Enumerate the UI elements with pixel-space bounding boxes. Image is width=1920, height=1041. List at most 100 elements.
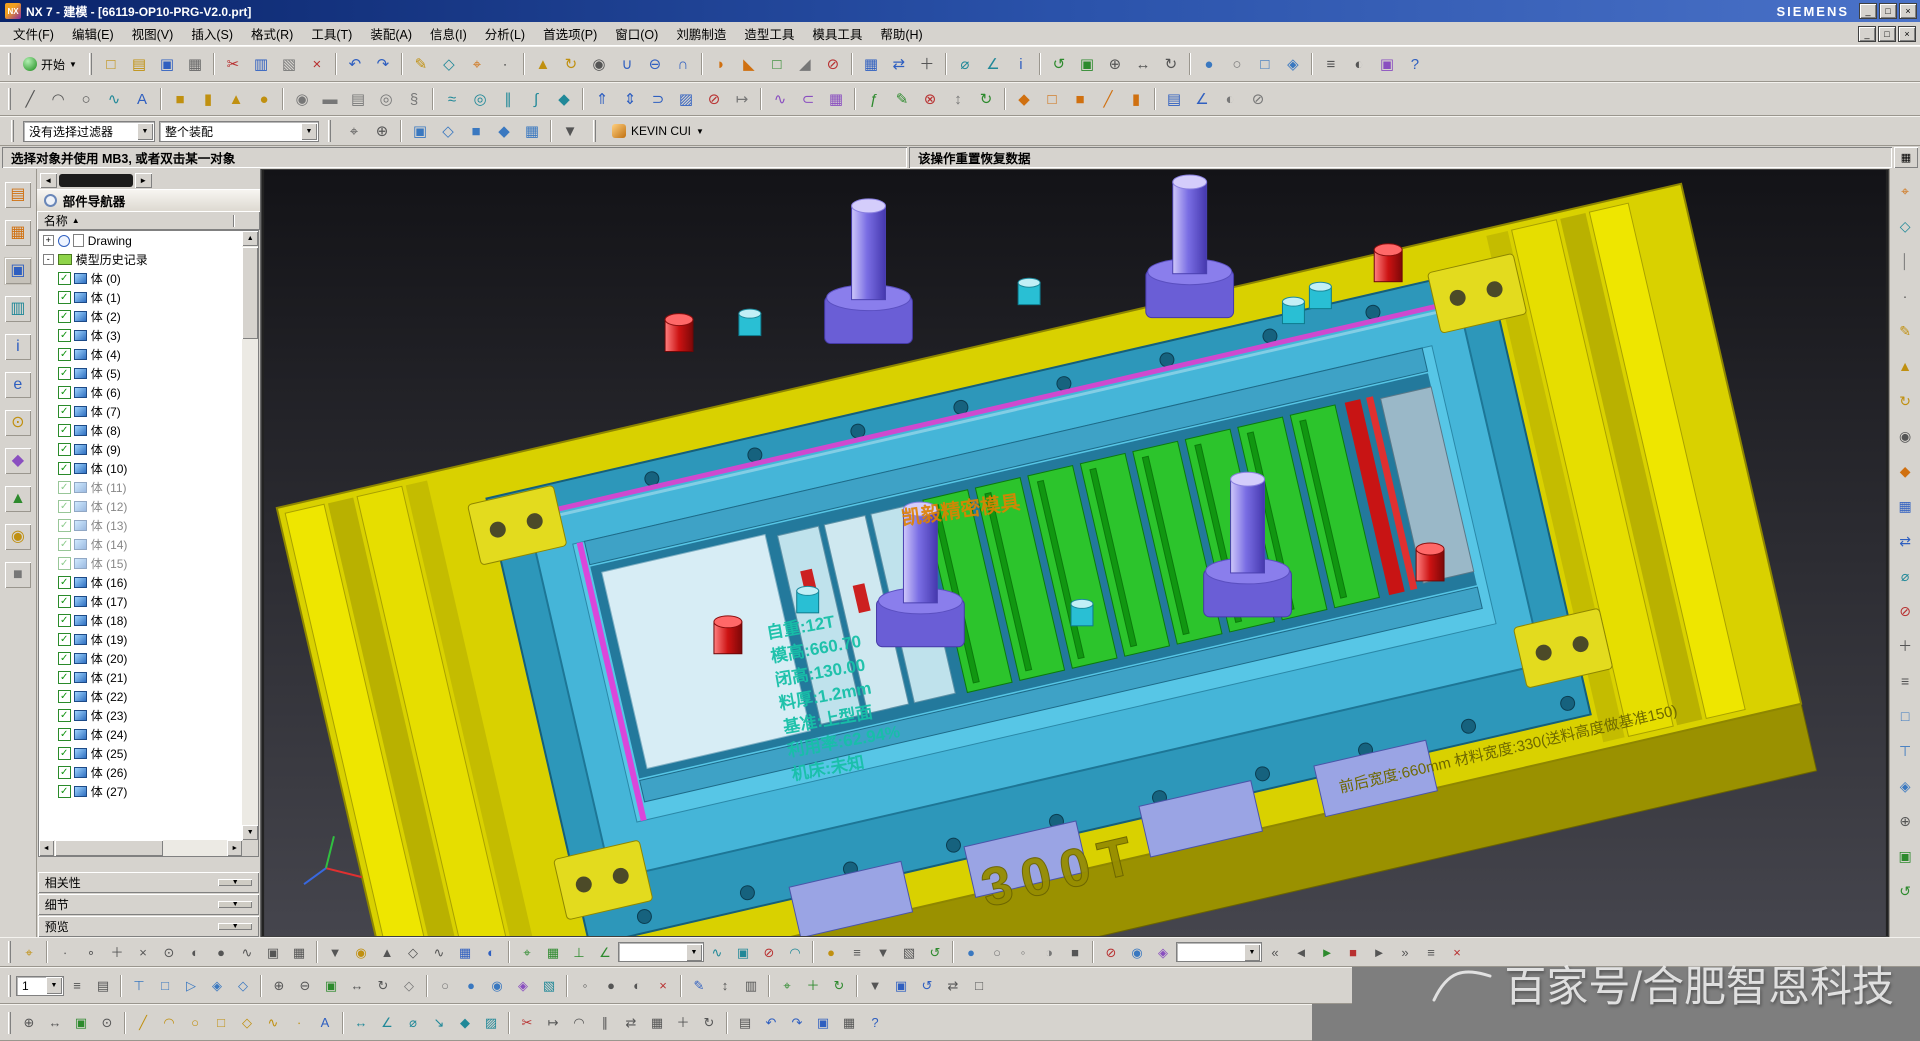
tree-item-body[interactable]: ✓体 (22) (39, 687, 242, 706)
extrude-icon[interactable]: ▲ (1893, 354, 1917, 378)
expand-toggle[interactable]: - (43, 254, 54, 265)
menu-item[interactable]: 编辑(E) (63, 21, 123, 46)
rotate-view-icon[interactable]: ↻ (1158, 51, 1184, 77)
block-icon[interactable]: ■ (167, 86, 193, 112)
cone-icon[interactable]: ▲ (223, 86, 249, 112)
scroll-up-icon[interactable]: ▲ (242, 231, 258, 246)
circle-icon[interactable]: ○ (73, 86, 99, 112)
toolbar-grip[interactable] (11, 120, 14, 142)
toolbar-grip[interactable] (328, 120, 331, 142)
display-mode-combo[interactable]: ▼ (1176, 942, 1262, 962)
play-icon[interactable]: ► (1315, 940, 1339, 964)
restore-view-icon[interactable]: ↺ (915, 974, 939, 998)
status-options-button[interactable]: ▦ (1894, 147, 1918, 168)
tree-column-header[interactable]: 名称 ▲ (37, 211, 260, 230)
show-shaded-icon[interactable]: ● (959, 940, 983, 964)
measure-icon[interactable]: ⌀ (1893, 564, 1917, 588)
view-sync-icon[interactable]: ⇄ (941, 974, 965, 998)
datum-plane-icon[interactable]: ◇ (1893, 214, 1917, 238)
pmi-icon[interactable]: ∠ (1189, 86, 1215, 112)
visibility-checkbox[interactable]: ✓ (58, 614, 71, 627)
section-view-icon[interactable]: ◐ (1217, 86, 1243, 112)
child-close-button[interactable]: × (1898, 26, 1916, 42)
show-wireframe-icon[interactable]: ○ (985, 940, 1009, 964)
visibility-checkbox[interactable]: ✓ (58, 291, 71, 304)
zoom-in-icon[interactable]: ⊕ (267, 974, 291, 998)
menu-item[interactable]: 分析(L) (476, 21, 534, 46)
trim-sheet-icon[interactable]: ⊘ (701, 86, 727, 112)
n-sided-surface-icon[interactable]: ◆ (551, 86, 577, 112)
scroll-right-icon[interactable]: ► (227, 840, 242, 856)
view-front-icon[interactable]: □ (1252, 51, 1278, 77)
mirror-curve-icon[interactable]: ⇄ (619, 1011, 643, 1035)
tree-item-body[interactable]: ✓体 (18) (39, 611, 242, 630)
hole-icon[interactable]: ◉ (1893, 424, 1917, 448)
visibility-checkbox[interactable]: ✓ (58, 443, 71, 456)
print-icon[interactable]: ▦ (182, 51, 208, 77)
history-palette-icon[interactable]: ⊙ (4, 409, 32, 437)
orient-view-trimetric-icon[interactable]: ◇ (231, 974, 255, 998)
visibility-checkbox[interactable]: ✓ (58, 709, 71, 722)
reset-filter-icon[interactable]: ↺ (923, 940, 947, 964)
pan-tool-icon[interactable]: ↔ (43, 1011, 67, 1035)
pocket-icon[interactable]: ▬ (317, 86, 343, 112)
nx-help-icon[interactable]: ? (1402, 51, 1428, 77)
paste-icon[interactable]: ▧ (276, 51, 302, 77)
intersect-icon[interactable]: ∩ (670, 51, 696, 77)
text-tool-icon[interactable]: A (313, 1011, 337, 1035)
show-hide-icon[interactable]: ◐ (1346, 51, 1372, 77)
previous-step-icon[interactable]: ◄ (1289, 940, 1313, 964)
circle-tool-icon[interactable]: ○ (183, 1011, 207, 1035)
visibility-checkbox[interactable]: ✓ (58, 690, 71, 703)
studio-spline-icon[interactable]: ∿ (101, 86, 127, 112)
menu-item[interactable]: 插入(S) (182, 21, 242, 46)
hatch-icon[interactable]: ▨ (479, 1011, 503, 1035)
instance-geometry-icon[interactable]: ▦ (823, 86, 849, 112)
tree-item-body[interactable]: ✓体 (13) (39, 516, 242, 535)
spline-tool-icon[interactable]: ∿ (261, 1011, 285, 1035)
menu-item[interactable]: 文件(F) (4, 21, 63, 46)
follow-fillet-icon[interactable]: ◠ (783, 940, 807, 964)
zoom-icon[interactable]: ⊕ (1893, 809, 1917, 833)
clip-planes-icon[interactable]: ⊘ (1099, 940, 1123, 964)
visibility-checkbox[interactable]: ✓ (58, 405, 71, 418)
visibility-checkbox[interactable]: ✓ (58, 386, 71, 399)
dimension-angular-icon[interactable]: ∠ (375, 1011, 399, 1035)
object-properties-icon[interactable]: ▤ (733, 1011, 757, 1035)
pattern-feature-icon[interactable]: ▦ (858, 51, 884, 77)
select-edge-icon[interactable]: ◇ (435, 118, 461, 144)
orient-view-iso-icon[interactable]: ◈ (205, 974, 229, 998)
ortho-toggle-icon[interactable]: ⊥ (567, 940, 591, 964)
curve-rule-icon[interactable]: ∿ (705, 940, 729, 964)
general-selection-filter-icon[interactable]: ▼ (557, 118, 583, 144)
visibility-checkbox[interactable]: ✓ (58, 557, 71, 570)
toolbar-grip[interactable] (89, 53, 92, 75)
visibility-checkbox[interactable]: ✓ (58, 424, 71, 437)
layer-filter-icon[interactable]: ≡ (845, 940, 869, 964)
window-snapshot-icon[interactable]: ▣ (1374, 51, 1400, 77)
menu-item[interactable]: 帮助(H) (871, 21, 931, 46)
visibility-checkbox[interactable]: ✓ (58, 367, 71, 380)
3d-model-canvas[interactable]: 300T 前后宽度:660mm 材料宽度:330(送料高度做基准150) (262, 170, 1888, 936)
toolbar-grip[interactable] (8, 53, 11, 75)
magnify-region-icon[interactable]: ⊙ (95, 1011, 119, 1035)
invert-select-icon[interactable]: ◐ (479, 940, 503, 964)
visibility-checkbox[interactable]: ✓ (58, 538, 71, 551)
wireframe-view-icon[interactable]: ○ (1224, 51, 1250, 77)
mirror-feature-icon[interactable]: ⇄ (886, 51, 912, 77)
visibility-checkbox[interactable]: ✓ (58, 329, 71, 342)
hole-icon[interactable]: ◉ (586, 51, 612, 77)
datum-csys-icon[interactable]: ⌖ (1893, 179, 1917, 203)
patch-icon[interactable]: ▨ (673, 86, 699, 112)
web-browser-icon[interactable]: e (4, 371, 32, 399)
snap-point-on-face-icon[interactable]: ▣ (261, 940, 285, 964)
point-tool-icon[interactable]: ∙ (287, 1011, 311, 1035)
tree-item-history[interactable]: -模型历史记录 (39, 250, 242, 269)
chevron-down-icon[interactable]: ▼ (218, 923, 252, 930)
edit-object-display-icon[interactable]: ✎ (687, 974, 711, 998)
perspective-icon[interactable]: ◇ (397, 974, 421, 998)
thread-icon[interactable]: § (401, 86, 427, 112)
part-navigator-icon[interactable]: ▣ (4, 257, 32, 285)
studio-mode-icon[interactable]: ◈ (1151, 940, 1175, 964)
measure-angle-icon[interactable]: ∠ (980, 51, 1006, 77)
